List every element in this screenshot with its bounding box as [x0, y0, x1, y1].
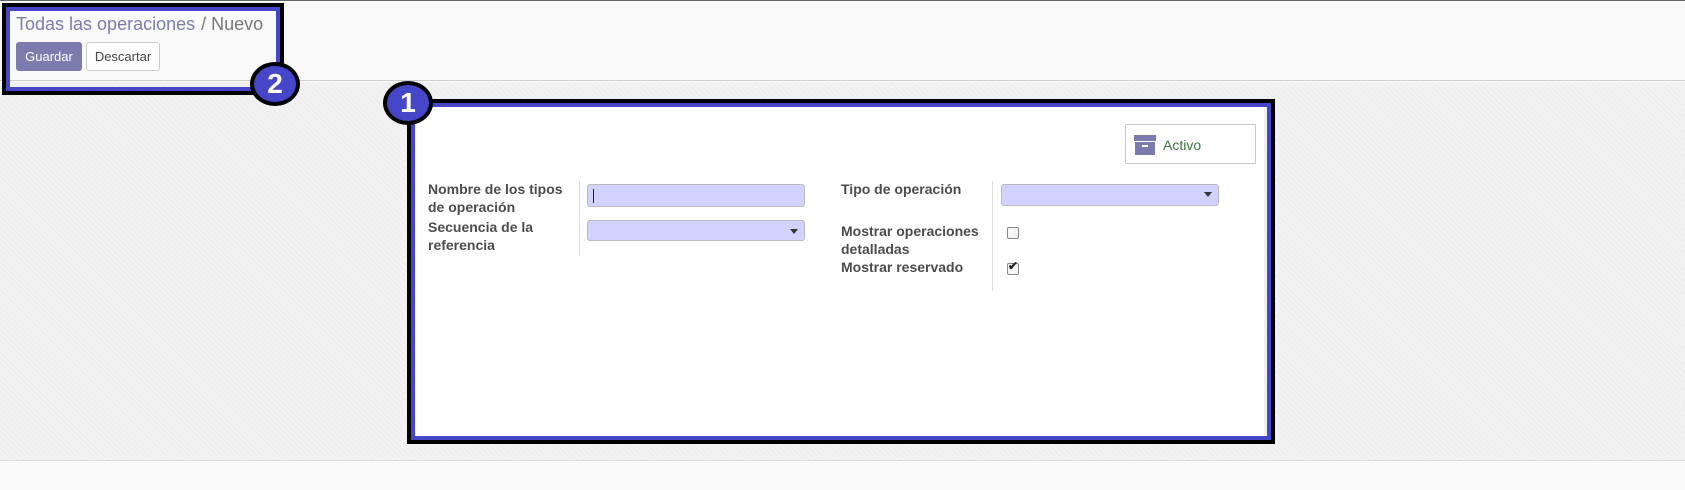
callout-badge-2: 2 [250, 62, 300, 106]
control-panel-callout-frame [2, 3, 284, 95]
callout-badge-1: 1 [383, 81, 433, 125]
footer-divider [0, 460, 1685, 461]
form-callout-frame [407, 99, 1275, 444]
